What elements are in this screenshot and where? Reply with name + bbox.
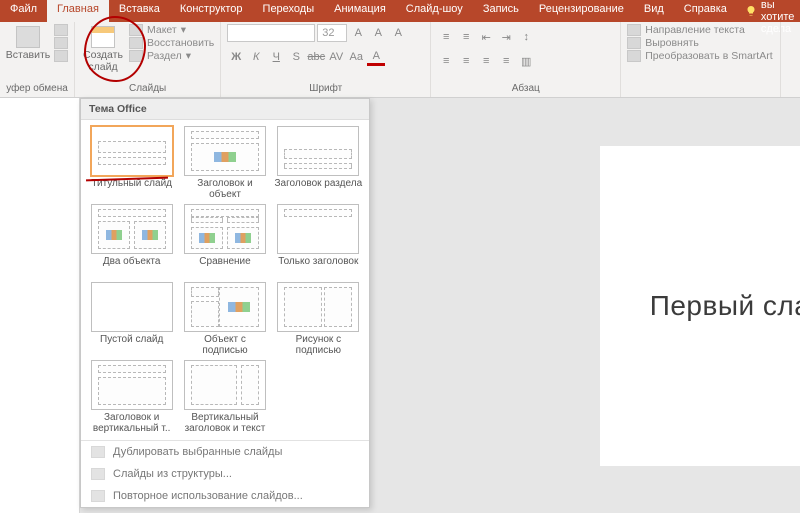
tab-view[interactable]: Вид — [634, 0, 674, 22]
slide-title-text: Первый сла — [650, 290, 800, 322]
paste-button[interactable]: Вставить — [6, 24, 50, 62]
numbering-button[interactable]: ≡ — [457, 28, 475, 46]
layout-title-only[interactable]: Только заголовок — [274, 204, 363, 280]
align-right-button[interactable]: ≡ — [477, 52, 495, 70]
align-text-button[interactable]: Выровнять — [627, 37, 772, 49]
tab-review[interactable]: Рецензирование — [529, 0, 634, 22]
decrease-indent-button[interactable]: ⇤ — [477, 28, 495, 46]
group-slides: Создать слайд Макет ▾ Восстановить Разде… — [75, 22, 221, 97]
ribbon-tabs: Файл Главная Вставка Конструктор Переход… — [0, 0, 800, 22]
layout-title-and-content[interactable]: Заголовок и объект — [180, 126, 269, 202]
increase-indent-button[interactable]: ⇥ — [497, 28, 515, 46]
group-textdir: Направление текста Выровнять Преобразова… — [621, 22, 781, 97]
group-slides-label: Слайды — [81, 81, 214, 97]
group-font: 32 A A A Ж К Ч S abc AV Aa A Шрифт — [221, 22, 431, 97]
layout-content-caption[interactable]: Объект с подписью — [180, 282, 269, 358]
bold-button[interactable]: Ж — [227, 48, 245, 66]
tab-transitions[interactable]: Переходы — [253, 0, 325, 22]
columns-button[interactable]: ▥ — [517, 52, 535, 70]
ribbon: Вставить уфер обмена Создать слайд Макет… — [0, 22, 800, 98]
new-slide-button[interactable]: Создать слайд — [81, 24, 125, 73]
smartart-button[interactable]: Преобразовать в SmartArt — [627, 50, 772, 62]
tell-me-search[interactable]: Что вы хотите сдела — [737, 0, 800, 22]
new-slide-icon — [91, 26, 115, 48]
layout-vertical-title-text[interactable]: Вертикальный заголовок и текст — [180, 360, 269, 436]
tab-design[interactable]: Конструктор — [170, 0, 253, 22]
align-text-icon — [627, 37, 641, 49]
layout-gallery: Титульный слайд Заголовок и объект Загол… — [81, 120, 369, 436]
shrink-font-button[interactable]: A — [369, 24, 387, 42]
layout-picture-caption[interactable]: Рисунок с подписью — [274, 282, 363, 358]
char-spacing-button[interactable]: AV — [327, 48, 345, 66]
layout-title-slide[interactable]: Титульный слайд — [87, 126, 176, 202]
layout-two-content[interactable]: Два объекта — [87, 204, 176, 280]
reuse-icon — [91, 490, 105, 502]
section-button[interactable]: Раздел ▾ — [129, 50, 214, 62]
shadow-button[interactable]: S — [287, 48, 305, 66]
bullets-button[interactable]: ≡ — [437, 28, 455, 46]
layout-blank[interactable]: Пустой слайд — [87, 282, 176, 358]
group-clipboard: Вставить уфер обмена — [0, 22, 75, 97]
slide-canvas[interactable]: Первый сла — [600, 146, 800, 466]
strike-button[interactable]: abc — [307, 48, 325, 66]
duplicate-icon — [91, 446, 105, 458]
paste-icon — [16, 26, 40, 48]
layout-icon — [129, 24, 143, 36]
reset-button[interactable]: Восстановить — [129, 37, 214, 49]
underline-button[interactable]: Ч — [267, 48, 285, 66]
tab-home[interactable]: Главная — [47, 0, 109, 22]
align-center-button[interactable]: ≡ — [457, 52, 475, 70]
lightbulb-icon — [745, 5, 757, 17]
tab-insert[interactable]: Вставка — [109, 0, 170, 22]
new-slide-dropdown: Тема Office Титульный слайд Заголовок и … — [80, 98, 370, 508]
group-font-label: Шрифт — [227, 81, 424, 97]
layout-title-vertical-text[interactable]: Заголовок и вертикальный т.. — [87, 360, 176, 436]
slide-thumbnails-pane[interactable] — [0, 98, 80, 513]
layout-button[interactable]: Макет ▾ — [129, 24, 214, 36]
tab-record[interactable]: Запись — [473, 0, 529, 22]
group-clipboard-label: уфер обмена — [6, 81, 68, 97]
reuse-slides-item[interactable]: Повторное использование слайдов... — [81, 485, 369, 507]
format-painter-icon[interactable] — [54, 50, 68, 62]
case-button[interactable]: Aa — [347, 48, 365, 66]
outline-icon — [91, 468, 105, 480]
align-left-button[interactable]: ≡ — [437, 52, 455, 70]
tab-help[interactable]: Справка — [674, 0, 737, 22]
cut-icon[interactable] — [54, 24, 68, 36]
font-family-select[interactable] — [227, 24, 315, 42]
font-color-button[interactable]: A — [367, 48, 385, 66]
slides-from-outline-item[interactable]: Слайды из структуры... — [81, 463, 369, 485]
text-direction-icon — [627, 24, 641, 36]
section-icon — [129, 50, 143, 62]
smartart-icon — [627, 50, 641, 62]
group-paragraph-label: Абзац — [437, 81, 614, 97]
text-direction-button[interactable]: Направление текста — [627, 24, 772, 36]
dropdown-header: Тема Office — [81, 99, 369, 120]
group-paragraph: ≡ ≡ ⇤ ⇥ ↕ ≡ ≡ ≡ ≡ ▥ Абзац — [431, 22, 621, 97]
clear-format-button[interactable]: A — [389, 24, 407, 42]
grow-font-button[interactable]: A — [349, 24, 367, 42]
font-size-select[interactable]: 32 — [317, 24, 347, 42]
tab-file[interactable]: Файл — [0, 0, 47, 22]
layout-section-header[interactable]: Заголовок раздела — [274, 126, 363, 202]
line-spacing-button[interactable]: ↕ — [517, 28, 535, 46]
duplicate-slides-item[interactable]: Дублировать выбранные слайды — [81, 441, 369, 463]
tab-animation[interactable]: Анимация — [324, 0, 396, 22]
reset-icon — [129, 37, 143, 49]
layout-comparison[interactable]: Сравнение — [180, 204, 269, 280]
italic-button[interactable]: К — [247, 48, 265, 66]
tab-slideshow[interactable]: Слайд-шоу — [396, 0, 473, 22]
justify-button[interactable]: ≡ — [497, 52, 515, 70]
copy-icon[interactable] — [54, 37, 68, 49]
